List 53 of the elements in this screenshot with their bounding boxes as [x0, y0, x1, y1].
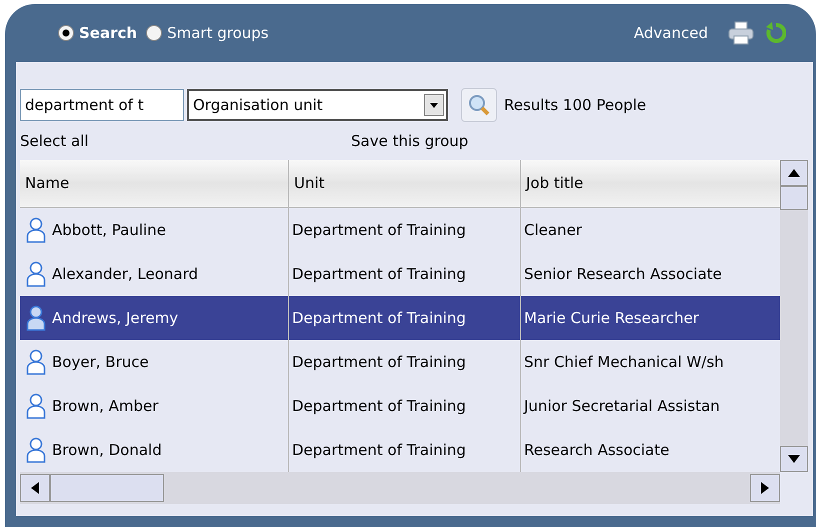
table-cell-text: Marie Curie Researcher	[523, 308, 700, 329]
magnifier-icon	[467, 93, 491, 117]
table-row[interactable]: Boyer, Bruce Department of Training Snr Chief Mechanical W/sh	[20, 340, 780, 384]
table-cell-text: Cleaner	[523, 220, 583, 241]
scroll-down-button[interactable]	[780, 446, 808, 472]
radio-button[interactable]	[57, 24, 75, 42]
table-cell: Department of Training	[289, 296, 521, 340]
person-name: Abbott, Pauline	[52, 220, 166, 241]
vertical-scrollbar[interactable]	[780, 160, 808, 472]
search-field[interactable]: department of t	[20, 89, 184, 121]
advanced-link[interactable]: Advanced	[634, 22, 708, 44]
person-name: Alexander, Leonard	[52, 264, 198, 285]
person-icon	[26, 393, 46, 419]
table-cell: Department of Training	[289, 208, 521, 252]
down-arrow-icon	[788, 455, 800, 463]
table-cell-text: Junior Secretarial Assistan	[522, 396, 721, 417]
radio-label[interactable]: Smart groups	[167, 22, 269, 44]
table-row[interactable]: Andrews, Jeremy Department of Training Marie Curie Researcher	[20, 296, 780, 340]
column-header[interactable]: Unit	[289, 160, 521, 207]
scroll-up-button[interactable]	[780, 160, 808, 186]
right-arrow-icon	[761, 482, 769, 494]
table-cell-text: Senior Research Associate	[523, 264, 723, 285]
person-icon	[26, 349, 46, 375]
person-icon	[26, 305, 46, 331]
results-count: Results 100 People	[504, 94, 646, 116]
save-group-link[interactable]: Save this group	[351, 130, 468, 152]
up-arrow-icon	[788, 169, 800, 177]
scroll-right-button[interactable]	[750, 474, 780, 502]
person-icon	[26, 217, 46, 243]
person-icon	[26, 261, 46, 287]
table-row[interactable]: Brown, Amber Department of Training Junior Secretarial Assistan	[20, 384, 780, 428]
table-cell: Department of Training	[289, 340, 521, 384]
person-name: Boyer, Bruce	[52, 352, 149, 373]
person-name: Andrews, Jeremy	[52, 308, 178, 329]
horizontal-scrollbar[interactable]	[20, 472, 780, 504]
field-dropdown[interactable]: Organisation unit	[187, 89, 448, 121]
printer-icon[interactable]	[728, 21, 754, 45]
select-all-link[interactable]: Select all	[20, 130, 351, 152]
person-icon	[26, 437, 46, 463]
table-row[interactable]: Abbott, Pauline Department of Training Cleaner	[20, 208, 780, 252]
scroll-thumb[interactable]	[50, 474, 164, 502]
column-header[interactable]: Name	[20, 160, 289, 207]
table-cell-text: Research Associate	[523, 440, 670, 461]
person-name: Brown, Donald	[52, 440, 162, 461]
column-header[interactable]: Job title	[521, 160, 780, 207]
radio-label[interactable]: Search	[79, 22, 138, 44]
table-cell-text: Snr Chief Mechanical W/sh	[523, 352, 725, 373]
scroll-thumb[interactable]	[780, 186, 808, 210]
left-arrow-icon	[31, 482, 39, 494]
scroll-left-button[interactable]	[20, 474, 50, 502]
radio-button[interactable]	[145, 24, 164, 42]
person-name: Brown, Amber	[52, 396, 158, 417]
table-cell: Department of Training	[289, 384, 521, 428]
